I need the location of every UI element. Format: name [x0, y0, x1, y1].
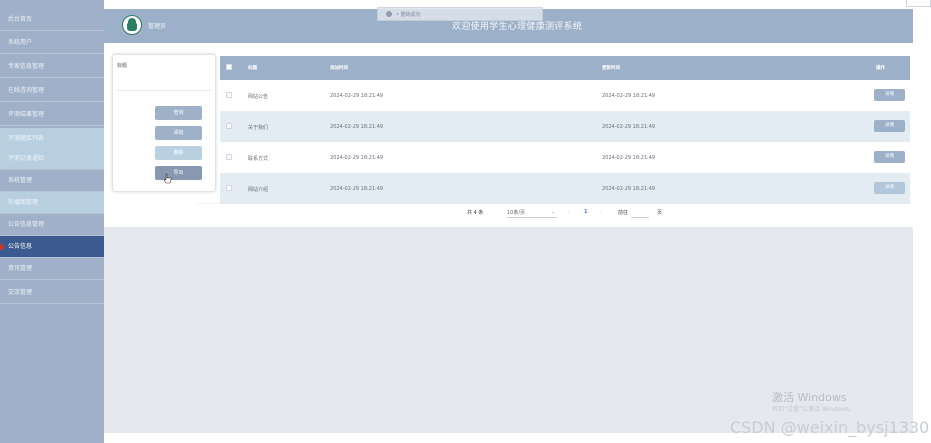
table-row: 网站介绍 2024-02-29 18:21:49 2024-02-29 18:2… — [220, 173, 910, 204]
column-header-created[interactable]: 添加时间 — [330, 65, 348, 71]
detail-button[interactable]: 详情 — [874, 89, 905, 101]
cell-created: 2024-02-29 18:21:49 — [330, 186, 384, 192]
sidebar-item-forum[interactable]: 交流管理 — [0, 282, 104, 304]
toast-text: • 删除成功 — [396, 12, 421, 18]
sidebar-item-users[interactable]: 系统用户 — [0, 32, 104, 54]
select-all-checkbox[interactable] — [226, 64, 232, 70]
cell-title: 联系方式 — [248, 156, 269, 162]
sidebar-item-notice[interactable]: 公告信息 — [0, 236, 104, 258]
table-row: 关于我们 2024-02-29 18:21:49 2024-02-29 18:2… — [220, 111, 910, 142]
cell-title: 关于我们 — [248, 125, 269, 131]
sidebar-item-records[interactable]: 评测记录通知 — [0, 148, 104, 170]
toast-message: • 删除成功 — [377, 7, 543, 21]
column-header-action: 操作 — [876, 66, 885, 71]
total-count: 共 4 条 — [467, 210, 484, 216]
chevron-down-icon: ⌄ — [550, 209, 555, 215]
sidebar-item-system[interactable]: 系统管理 — [0, 170, 104, 192]
sidebar-item-results[interactable]: 评测结果管理 — [0, 104, 104, 126]
sidebar: 后台首页 系统用户 专家信息管理 在线咨询管理 评测结果管理 评测题库列表 评测… — [0, 0, 104, 443]
delete-button[interactable]: 删除 — [155, 146, 202, 160]
info-icon — [386, 11, 392, 17]
page-number-current[interactable]: 1 — [584, 209, 587, 215]
sidebar-item-experts[interactable]: 专家信息管理 — [0, 56, 104, 78]
table-row: 联系方式 2024-02-29 18:21:49 2024-02-29 18:2… — [220, 142, 910, 173]
detail-button[interactable]: 详情 — [874, 120, 905, 132]
sidebar-item-carousel[interactable]: 轮播图管理 — [0, 192, 104, 214]
avatar[interactable] — [122, 15, 142, 35]
column-header-updated[interactable]: 更新时间 — [602, 65, 620, 71]
cell-title: 网站公告 — [248, 94, 269, 100]
next-page-icon[interactable]: › — [600, 209, 602, 215]
prev-page-icon[interactable]: ‹ — [568, 209, 570, 215]
activation-watermark-subtitle: 转到“设置”以激活 Windows。 — [772, 406, 855, 413]
search-panel: 标题 查询 添加 删除 导出 — [112, 54, 216, 192]
cell-created: 2024-02-29 18:21:49 — [330, 93, 384, 99]
cell-title: 网站介绍 — [248, 187, 269, 193]
sidebar-item-home[interactable]: 后台首页 — [0, 9, 104, 31]
goto-page-input[interactable] — [631, 209, 649, 218]
row-checkbox[interactable] — [226, 154, 232, 160]
sidebar-item-question-bank[interactable]: 评测题库列表 — [0, 128, 104, 150]
row-checkbox[interactable] — [226, 123, 232, 129]
page-suffix: 页 — [657, 210, 663, 216]
sidebar-item-news[interactable]: 资讯管理 — [0, 258, 104, 280]
activation-watermark-title: 激活 Windows — [772, 391, 847, 404]
content-panel: 标题 查询 添加 删除 导出 标题 添加时间 更新时间 操作 网站公告 2024… — [104, 43, 913, 227]
column-header-title[interactable]: 标题 — [248, 65, 257, 71]
sidebar-item-notice-manage[interactable]: 公告信息管理 — [0, 214, 104, 236]
row-checkbox[interactable] — [226, 185, 232, 191]
corner-frame — [906, 0, 931, 7]
avatar-body-shape — [127, 22, 137, 31]
row-checkbox[interactable] — [226, 92, 232, 98]
cell-updated: 2024-02-29 18:21:49 — [602, 124, 656, 130]
app-window: 后台首页 系统用户 专家信息管理 在线咨询管理 评测结果管理 评测题库列表 评测… — [0, 0, 931, 443]
page-size-value: 10条/页 — [507, 210, 526, 216]
detail-button[interactable]: 详情 — [874, 182, 905, 194]
csdn-watermark: CSDN @weixin_bysj1330 — [730, 418, 930, 437]
cell-updated: 2024-02-29 18:21:49 — [602, 186, 656, 192]
detail-button[interactable]: 详情 — [874, 151, 905, 163]
search-label: 标题 — [117, 63, 128, 69]
add-button[interactable]: 添加 — [155, 126, 202, 140]
main-area: 标题 查询 添加 删除 导出 标题 添加时间 更新时间 操作 网站公告 2024… — [104, 43, 913, 433]
goto-label: 前往 — [618, 210, 629, 216]
cell-updated: 2024-02-29 18:21:49 — [602, 93, 656, 99]
query-button[interactable]: 查询 — [155, 106, 202, 120]
cell-created: 2024-02-29 18:21:49 — [330, 124, 384, 130]
divider — [117, 90, 211, 91]
sidebar-item-consultation[interactable]: 在线咨询管理 — [0, 80, 104, 102]
cell-updated: 2024-02-29 18:21:49 — [602, 155, 656, 161]
admin-name[interactable]: 管理员 — [148, 21, 166, 30]
search-input[interactable] — [139, 59, 211, 69]
table-header: 标题 添加时间 更新时间 操作 — [220, 56, 910, 80]
table-row: 网站公告 2024-02-29 18:21:49 2024-02-29 18:2… — [220, 80, 910, 111]
hand-cursor-icon — [163, 173, 172, 184]
page-size-select[interactable]: 10条/页 ⌄ — [507, 209, 557, 218]
cell-created: 2024-02-29 18:21:49 — [330, 155, 384, 161]
